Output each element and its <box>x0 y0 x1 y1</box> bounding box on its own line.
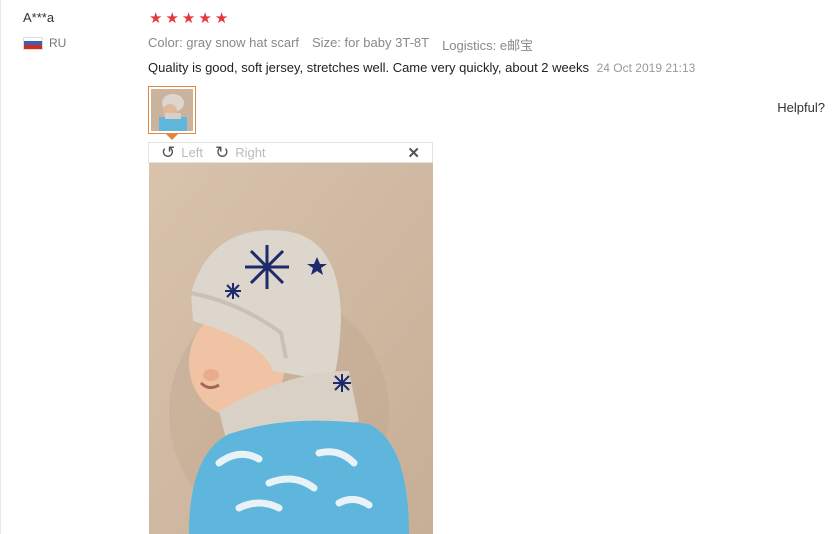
review-text: Quality is good, soft jersey, stretches … <box>148 60 589 75</box>
reviewer-country: RU <box>23 36 66 50</box>
helpful-prompt[interactable]: Helpful? <box>777 100 825 115</box>
size-attribute: Size: for baby 3T-8T <box>312 35 430 50</box>
thumbnail-pointer <box>166 134 178 140</box>
rotate-right-icon: ↻ <box>214 143 230 162</box>
country-code: RU <box>49 36 67 50</box>
star-icon: ★ <box>214 10 229 27</box>
left-border <box>0 0 1 534</box>
image-viewer-toolbar: ↺ Left ↻ Right ✕ <box>148 142 433 163</box>
rotate-right-button[interactable]: ↻ Right <box>215 144 266 161</box>
rotate-left-icon: ↺ <box>161 143 176 162</box>
review-date: 24 Oct 2019 21:13 <box>596 61 696 75</box>
review-body: Quality is good, soft jersey, stretches … <box>148 60 695 75</box>
russia-flag-icon <box>23 36 43 50</box>
star-icon: ★ <box>149 10 163 27</box>
thumbnail-image <box>151 89 193 131</box>
child-photo <box>149 163 433 534</box>
rotate-right-label: Right <box>235 145 266 160</box>
order-attributes: Color: gray snow hat scarf Size: for bab… <box>148 35 533 54</box>
star-rating: ★ ★ ★ ★ ★ <box>149 10 228 27</box>
logistics-attribute: Logistics: e邮宝 <box>442 38 534 53</box>
star-icon: ★ <box>165 10 179 27</box>
rotate-left-button[interactable]: ↺ Left <box>161 144 203 161</box>
close-icon[interactable]: ✕ <box>407 144 420 162</box>
rotate-left-label: Left <box>181 145 203 160</box>
color-attribute: Color: gray snow hat scarf <box>148 35 300 50</box>
star-icon: ★ <box>181 10 196 27</box>
star-icon: ★ <box>198 10 212 27</box>
review-photo-large <box>149 163 433 534</box>
reviewer-name: A***a <box>23 10 55 25</box>
review-photo-thumbnail[interactable] <box>148 86 196 134</box>
